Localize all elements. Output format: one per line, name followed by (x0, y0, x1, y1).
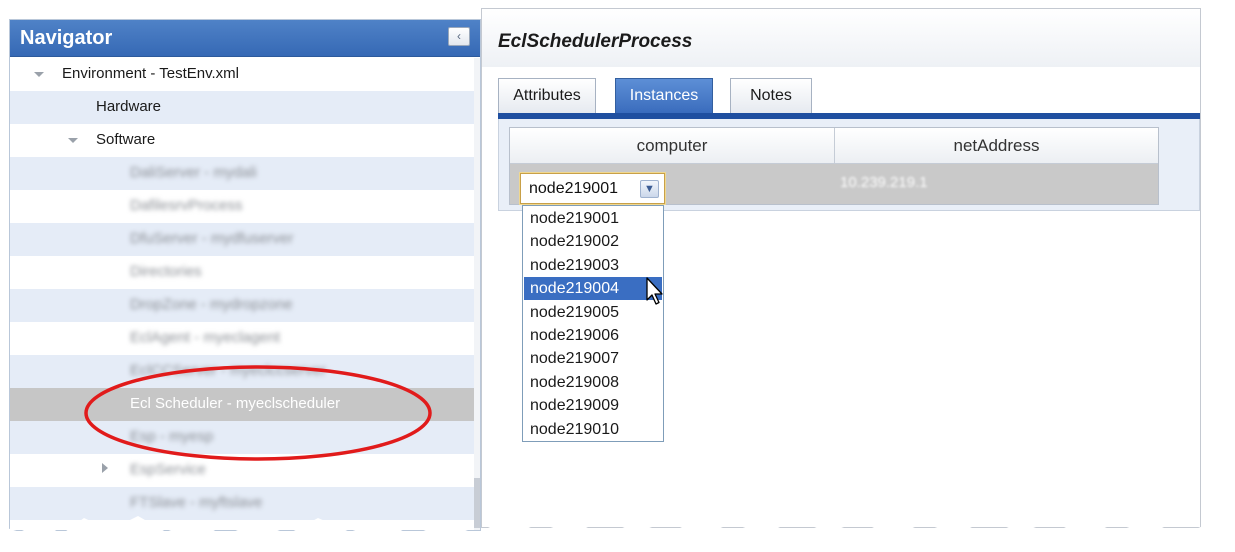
screenshot-stage: Navigator ‹ Environment - TestEnv.xml Har… (0, 0, 1235, 552)
torn-edge-decoration (0, 0, 1235, 552)
